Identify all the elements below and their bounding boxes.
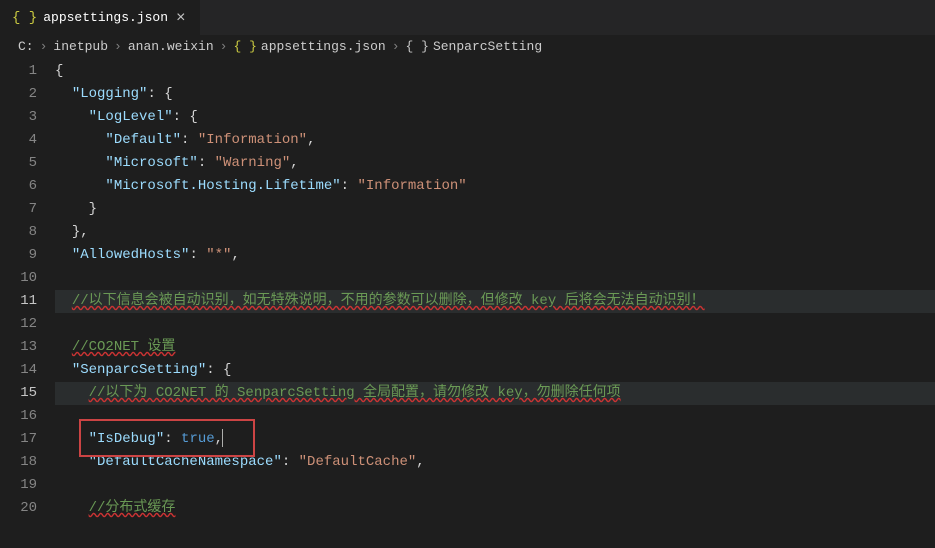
code-line: [55, 267, 935, 290]
json-icon: { }: [233, 39, 256, 54]
tab-bar: { } appsettings.json ×: [0, 0, 935, 35]
tab-appsettings[interactable]: { } appsettings.json ×: [0, 0, 200, 35]
code-line: [55, 405, 935, 428]
code-line: "LogLevel": {: [55, 106, 935, 129]
line-number: 20: [20, 497, 37, 520]
code-line: [55, 313, 935, 336]
line-number: 4: [29, 129, 37, 152]
chevron-right-icon: ›: [38, 39, 50, 54]
close-icon[interactable]: ×: [174, 7, 188, 29]
code-line: "IsDebug": true,: [55, 428, 935, 451]
line-number: 10: [20, 267, 37, 290]
code-line: "DefaultCacheNamespace": "DefaultCache",: [55, 451, 935, 474]
editor[interactable]: 1 2 3 4 5 6 7 8 9 10 11 12 13 14 15 16 1…: [0, 58, 935, 546]
chevron-right-icon: ›: [112, 39, 124, 54]
code-line: "Logging": {: [55, 83, 935, 106]
code-line: }: [55, 198, 935, 221]
tab-label: appsettings.json: [43, 10, 168, 25]
breadcrumb-item[interactable]: inetpub: [53, 39, 108, 54]
line-number: 2: [29, 83, 37, 106]
line-number: 15: [20, 382, 37, 405]
line-number: 16: [20, 405, 37, 428]
line-number: 5: [29, 152, 37, 175]
line-number: 9: [29, 244, 37, 267]
code-line: "Microsoft.Hosting.Lifetime": "Informati…: [55, 175, 935, 198]
code-line: "SenparcSetting": {: [55, 359, 935, 382]
line-number: 14: [20, 359, 37, 382]
line-number: 18: [20, 451, 37, 474]
breadcrumb: C: › inetpub › anan.weixin › { } appsett…: [0, 35, 935, 58]
line-number: 12: [20, 313, 37, 336]
cursor: [222, 429, 223, 447]
line-number: 7: [29, 198, 37, 221]
line-number: 8: [29, 221, 37, 244]
code-line: //分布式缓存: [55, 497, 935, 520]
code-line: "Default": "Information",: [55, 129, 935, 152]
breadcrumb-item[interactable]: C:: [18, 39, 34, 54]
line-number: 3: [29, 106, 37, 129]
code-line: {: [55, 60, 935, 83]
code-line: //以下为 CO2NET 的 SenparcSetting 全局配置，请勿修改 …: [55, 382, 935, 405]
line-number: 6: [29, 175, 37, 198]
breadcrumb-item[interactable]: appsettings.json: [261, 39, 386, 54]
code-line: "Microsoft": "Warning",: [55, 152, 935, 175]
brace-icon: { }: [406, 39, 429, 54]
chevron-right-icon: ›: [390, 39, 402, 54]
json-icon: { }: [12, 10, 37, 26]
chevron-right-icon: ›: [218, 39, 230, 54]
line-number: 13: [20, 336, 37, 359]
line-number: 1: [29, 60, 37, 83]
breadcrumb-item[interactable]: anan.weixin: [128, 39, 214, 54]
code-line: [55, 474, 935, 497]
breadcrumb-item[interactable]: SenparcSetting: [433, 39, 542, 54]
line-number: 19: [20, 474, 37, 497]
code-area[interactable]: { "Logging": { "LogLevel": { "Default": …: [55, 58, 935, 546]
code-line: "AllowedHosts": "*",: [55, 244, 935, 267]
line-number: 11: [20, 290, 37, 313]
code-line: },: [55, 221, 935, 244]
code-line: //以下信息会被自动识别，如无特殊说明，不用的参数可以删除，但修改 key 后将…: [55, 290, 935, 313]
line-number: 17: [20, 428, 37, 451]
code-line: //CO2NET 设置: [55, 336, 935, 359]
gutter: 1 2 3 4 5 6 7 8 9 10 11 12 13 14 15 16 1…: [0, 58, 55, 546]
